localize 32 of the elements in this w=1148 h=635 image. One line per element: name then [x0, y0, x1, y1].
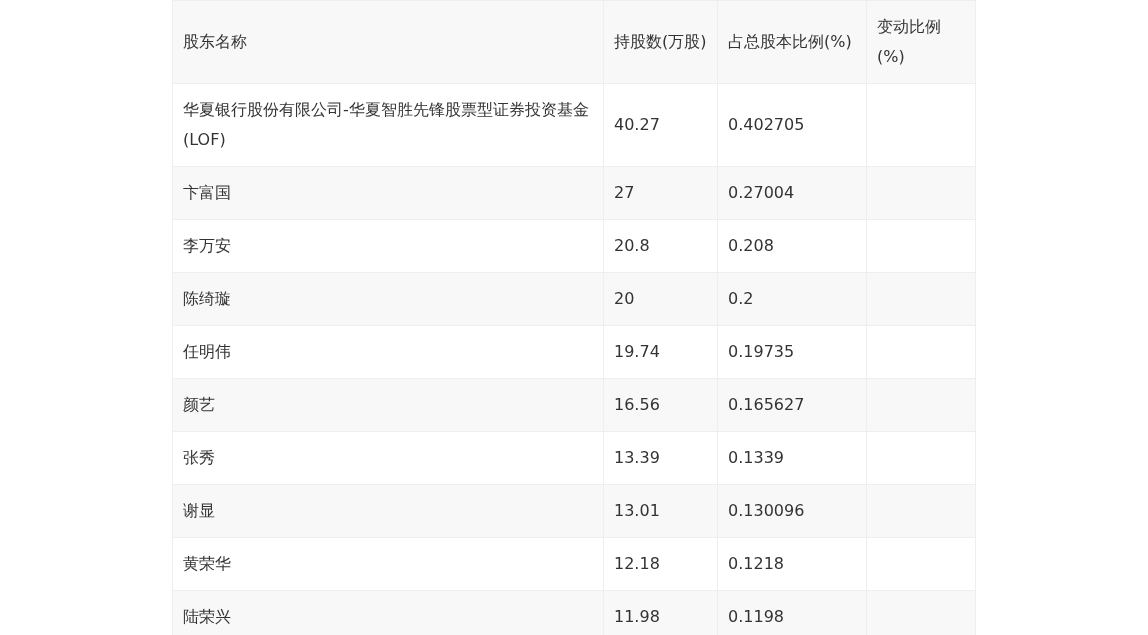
- table-cell: 陈绮璇: [172, 272, 604, 326]
- table-cell: 0.2: [717, 272, 867, 326]
- table-cell: 0.130096: [717, 484, 867, 538]
- table-cell: 0.1218: [717, 537, 867, 591]
- table-cell: 20: [603, 272, 718, 326]
- table-cell: 李万安: [172, 219, 604, 273]
- table-cell: 黄荣华: [172, 537, 604, 591]
- table-cell: 颜艺: [172, 378, 604, 432]
- table-cell: 0.165627: [717, 378, 867, 432]
- column-header: 股东名称: [172, 0, 604, 84]
- table-cell: 20.8: [603, 219, 718, 273]
- table-cell: 陆荣兴: [172, 590, 604, 635]
- column-header: 持股数(万股): [603, 0, 718, 84]
- table-cell: 40.27: [603, 83, 718, 167]
- table-cell: 13.01: [603, 484, 718, 538]
- table-cell: 华夏银行股份有限公司-华夏智胜先锋股票型证券投资基金(LOF): [172, 83, 604, 167]
- column-header: 占总股本比例(%): [717, 0, 867, 84]
- table-cell: 0.19735: [717, 325, 867, 379]
- table-cell: 卞富国: [172, 166, 604, 220]
- column-header: 变动比例(%): [866, 0, 976, 84]
- table-cell: 谢显: [172, 484, 604, 538]
- table-cell: 0.208: [717, 219, 867, 273]
- table-cell: 13.39: [603, 431, 718, 485]
- table-cell: 0.402705: [717, 83, 867, 167]
- table-cell: 16.56: [603, 378, 718, 432]
- table-cell: 任明伟: [172, 325, 604, 379]
- table-cell: 27: [603, 166, 718, 220]
- table-cell: 0.27004: [717, 166, 867, 220]
- table-cell: 张秀: [172, 431, 604, 485]
- table-cell: 12.18: [603, 537, 718, 591]
- table-cell: 0.1339: [717, 431, 867, 485]
- table-cell: 19.74: [603, 325, 718, 379]
